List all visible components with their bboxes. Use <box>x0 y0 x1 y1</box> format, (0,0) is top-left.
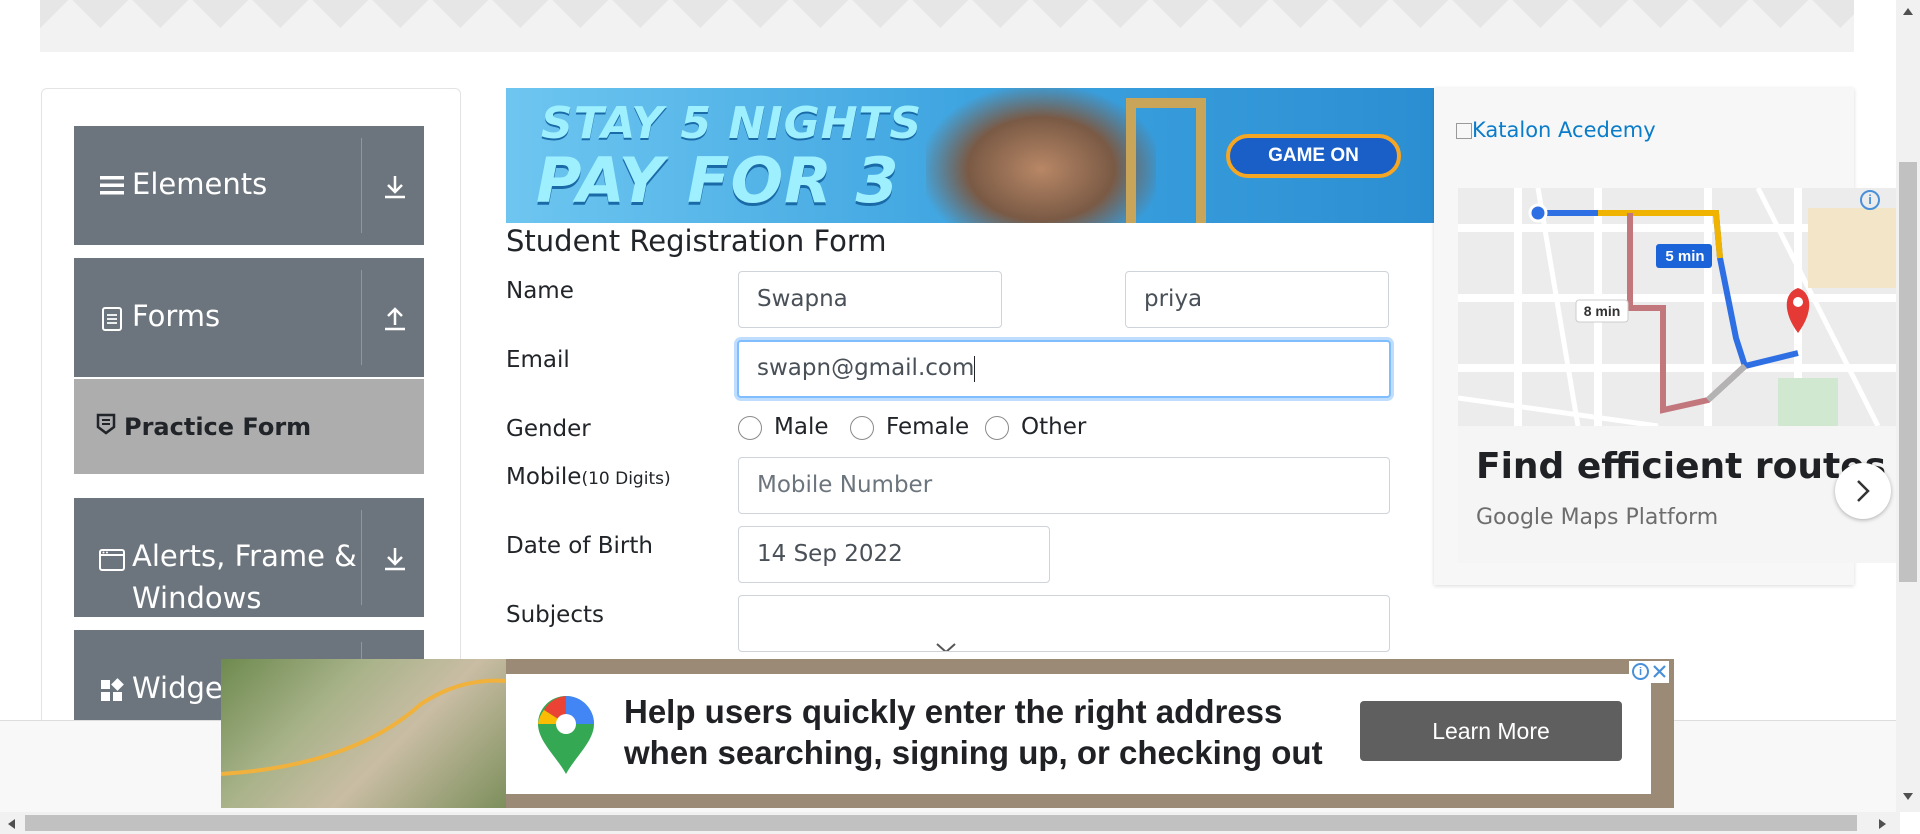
ad-content: Help users quickly enter the right addre… <box>506 674 1651 794</box>
subjects-input[interactable] <box>738 595 1390 652</box>
sidebar-item-label: Practice Form <box>124 413 312 441</box>
email-value: swapn@gmail.com <box>757 355 975 381</box>
close-icon[interactable] <box>1652 664 1667 679</box>
sidebar-group-label: Elements <box>132 167 268 201</box>
gender-female-label[interactable]: Female <box>886 414 969 440</box>
banner-headline-2: PAY FOR 3 <box>536 144 900 217</box>
document-icon <box>102 307 122 331</box>
sidebar-group-forms[interactable]: Forms <box>74 258 424 377</box>
ad-info-icon[interactable]: i <box>1632 663 1649 680</box>
gender-male-radio[interactable] <box>738 416 762 440</box>
top-banner-strip <box>40 0 1854 52</box>
game-on-button[interactable]: GAME ON <box>1226 134 1401 178</box>
divider <box>361 510 362 605</box>
gender-other-label[interactable]: Other <box>1021 414 1086 440</box>
horizontal-scrollbar[interactable] <box>0 812 1900 834</box>
sidebar-group-label: Alerts, Frame & <box>132 539 357 573</box>
divider <box>361 138 362 233</box>
sidebar-group-label-line2: Windows <box>132 581 262 615</box>
sidebar: Elements Forms Practice Form Alerts, Fra… <box>41 88 461 728</box>
subjects-label: Subjects <box>506 602 604 628</box>
scroll-down-arrow-icon[interactable] <box>1902 792 1914 802</box>
banner-headline-1: STAY 5 NIGHTS <box>541 98 923 149</box>
chevron-right-icon <box>1857 480 1870 502</box>
ad-text-line-1: Help users quickly enter the right addre… <box>624 693 1283 730</box>
dob-label: Date of Birth <box>506 533 653 559</box>
gender-label: Gender <box>506 416 591 442</box>
sidebar-group-label: Forms <box>132 299 221 333</box>
image-alt-text: Katalon Acedemy <box>1472 118 1656 142</box>
promo-banner-ad[interactable]: STAY 5 NIGHTS PAY FOR 3 GAME ON <box>506 88 1434 223</box>
gender-other-radio[interactable] <box>985 416 1009 440</box>
window-icon <box>99 549 125 571</box>
scroll-right-arrow-icon[interactable] <box>1878 818 1888 830</box>
text-cursor <box>974 355 976 382</box>
gender-male-label[interactable]: Male <box>774 414 828 440</box>
mobile-hint: (10 Digits) <box>581 469 671 489</box>
broken-image-icon <box>1456 123 1472 139</box>
last-name-input[interactable]: priya <box>1125 271 1389 328</box>
email-label: Email <box>506 347 570 373</box>
widgets-icon <box>101 678 124 701</box>
route-curve <box>221 678 506 776</box>
email-input[interactable]: swapn@gmail.com <box>737 340 1391 398</box>
mobile-label-text: Mobile <box>506 464 582 490</box>
ad-choices[interactable]: i <box>1629 661 1669 683</box>
couple-photo <box>926 88 1156 223</box>
route-time-label: 8 min <box>1583 303 1621 319</box>
date-of-birth-input[interactable]: 14 Sep 2022 <box>738 526 1050 583</box>
google-maps-ad[interactable]: 5 min 8 min Find efficient routes Google… <box>1458 188 1898 563</box>
frame-landmark-image <box>1126 98 1206 223</box>
name-label: Name <box>506 278 574 304</box>
google-maps-pin-icon <box>538 696 594 774</box>
chevron-down-icon <box>936 643 956 651</box>
menu-icon <box>100 176 124 195</box>
scroll-up-arrow-icon[interactable] <box>1902 6 1914 16</box>
sidebar-group-alerts-frame-windows[interactable]: Alerts, Frame & Windows <box>74 498 424 617</box>
form-icon <box>96 413 116 435</box>
upload-arrow-icon[interactable] <box>380 304 410 334</box>
scroll-left-arrow-icon[interactable] <box>6 818 16 830</box>
first-name-input[interactable]: Swapna <box>738 271 1002 328</box>
sidebar-item-practice-form[interactable]: Practice Form <box>74 379 424 474</box>
horizontal-scroll-thumb[interactable] <box>25 815 1857 831</box>
ad-headline: Find efficient routes <box>1476 446 1887 487</box>
vertical-scrollbar[interactable] <box>1896 0 1920 812</box>
vertical-scroll-thumb[interactable] <box>1899 162 1917 582</box>
page-title: Student Registration Form <box>506 224 887 258</box>
download-arrow-icon[interactable] <box>380 172 410 202</box>
gender-female-radio[interactable] <box>850 416 874 440</box>
next-button[interactable] <box>1835 463 1891 519</box>
ad-text-line-2: when searching, signing up, or checking … <box>624 734 1323 771</box>
mobile-label: Mobile(10 Digits) <box>506 464 671 490</box>
route-map-illustration <box>1458 188 1898 426</box>
sidebar-group-label: Widget <box>132 671 235 705</box>
ad-info-icon[interactable]: i <box>1860 190 1880 210</box>
download-arrow-icon[interactable] <box>380 544 410 574</box>
route-time-label: 5 min <box>1665 248 1705 265</box>
divider <box>361 270 362 365</box>
learn-more-button[interactable]: Learn More <box>1360 701 1622 761</box>
bottom-address-ad[interactable]: Help users quickly enter the right addre… <box>221 659 1674 808</box>
mobile-input[interactable]: Mobile Number <box>738 457 1390 514</box>
katalon-academy-image[interactable]: Katalon Acedemy <box>1456 118 1656 142</box>
ad-advertiser: Google Maps Platform <box>1476 505 1719 530</box>
sidebar-group-elements[interactable]: Elements <box>74 126 424 245</box>
